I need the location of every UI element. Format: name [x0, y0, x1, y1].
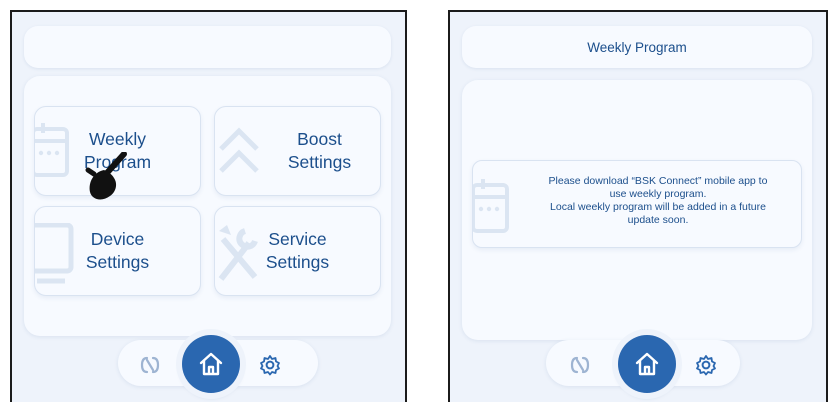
home-icon [199, 352, 223, 376]
nav-settings-button[interactable] [688, 350, 724, 380]
gear-icon [696, 355, 716, 376]
tile-label: Service Settings [265, 229, 330, 272]
tile-label: Device Settings [85, 229, 150, 272]
boost-settings-tile[interactable]: Boost Settings [214, 106, 381, 196]
tile-label: Boost Settings [287, 129, 352, 172]
calendar-icon [473, 179, 509, 233]
home-icon [635, 352, 659, 376]
info-message-text: Please download “BSK Connect” mobile app… [548, 175, 768, 226]
header-bar: Weekly Program [462, 26, 812, 68]
tools-icon [218, 225, 258, 281]
content-panel: Please download “BSK Connect” mobile app… [462, 80, 812, 340]
left-screen: Weekly Program Boost Settings Device Set… [10, 10, 407, 402]
nav-link-button[interactable] [562, 352, 598, 378]
nav-settings-button[interactable] [252, 350, 288, 380]
link-icon [570, 356, 590, 374]
page-title: Weekly Program [587, 39, 687, 55]
nav-home-button[interactable] [618, 335, 676, 393]
link-icon [140, 356, 160, 374]
nav-link-button[interactable] [132, 352, 168, 378]
info-message-box: Please download “BSK Connect” mobile app… [472, 160, 802, 248]
right-screen: Weekly Program Please download “BSK Conn… [448, 10, 828, 402]
service-settings-tile[interactable]: Service Settings [214, 206, 381, 296]
pointing-hand-icon [85, 152, 127, 200]
menu-panel: Weekly Program Boost Settings Device Set… [24, 76, 391, 336]
header-bar [24, 26, 391, 68]
nav-home-button[interactable] [182, 335, 240, 393]
device-settings-tile[interactable]: Device Settings [34, 206, 201, 296]
calendar-icon [35, 123, 69, 177]
gear-icon [260, 355, 280, 376]
monitor-icon [35, 223, 74, 284]
chevron-up-icon [219, 127, 259, 173]
